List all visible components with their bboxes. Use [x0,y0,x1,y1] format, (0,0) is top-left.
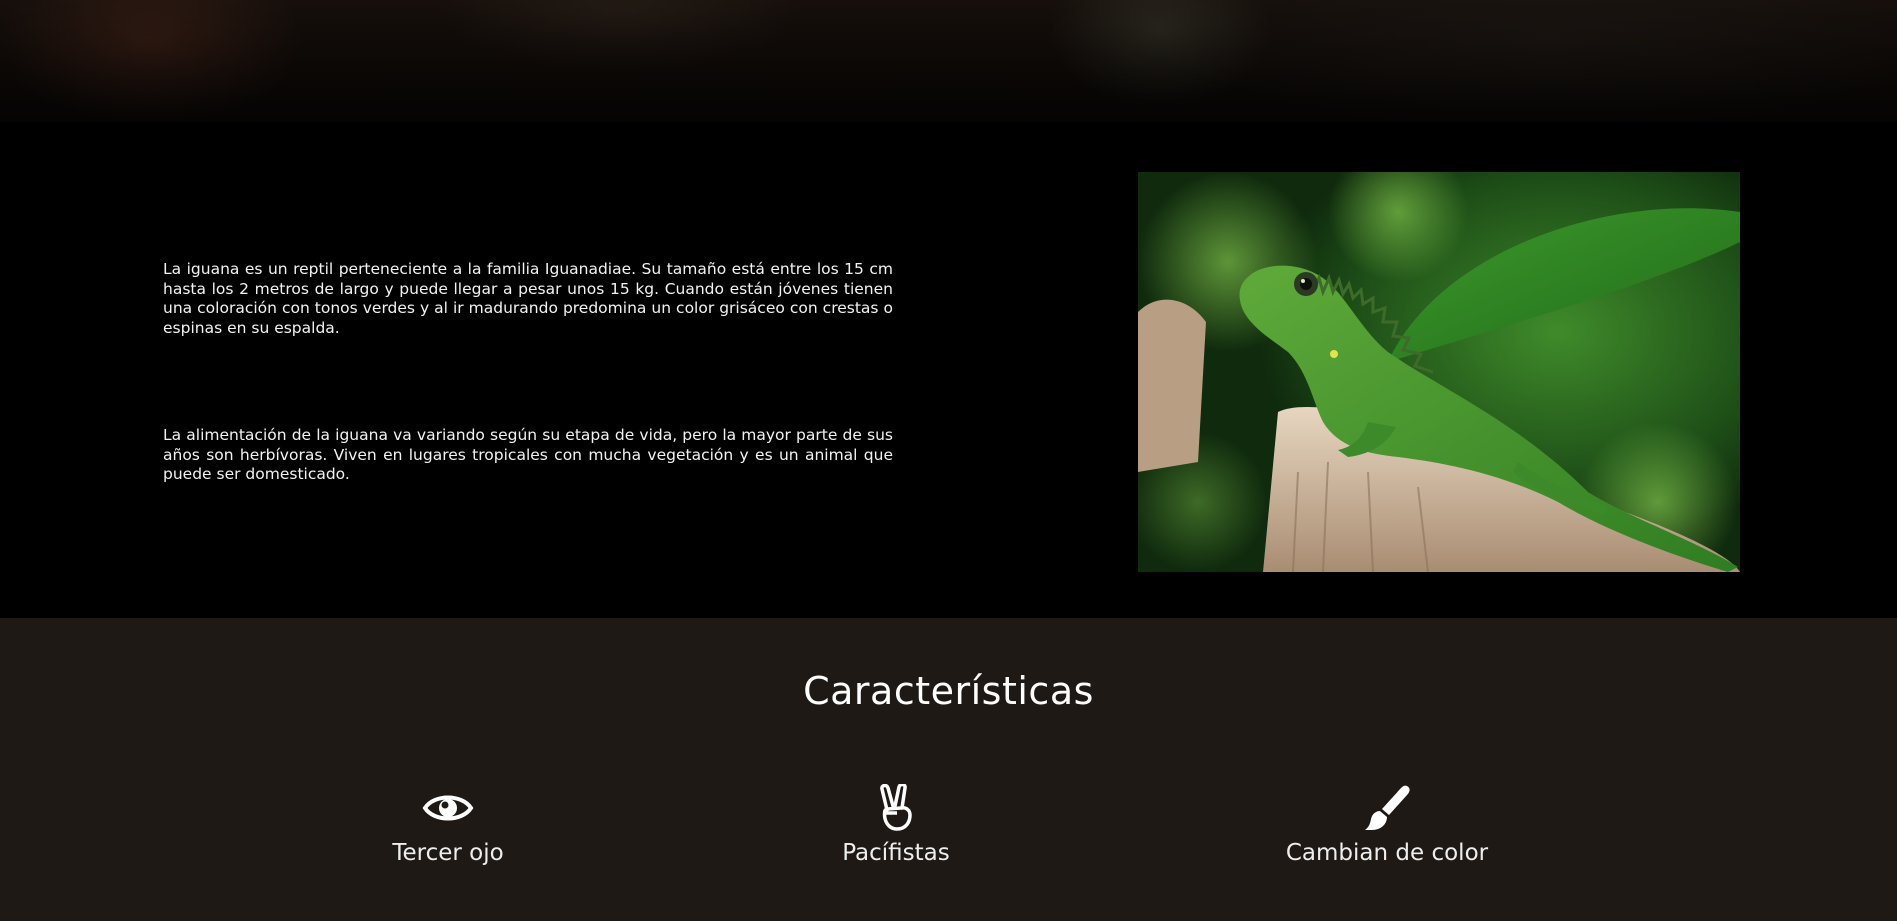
hero-banner-image [0,0,1897,122]
peace-hand-icon [880,784,912,831]
eye-icon [422,795,474,821]
paint-brush-icon [1365,785,1410,830]
feature-label: Tercer ojo [392,840,504,866]
features-section: Características Tercer ojo Pacífistas Ca [0,618,1897,921]
feature-peaceful: Pacífistas [716,784,1076,868]
intro-paragraph: La iguana es un reptil perteneciente a l… [163,260,893,337]
feature-third-eye: Tercer ojo [268,784,628,868]
feature-label: Pacífistas [842,840,950,866]
features-title: Características [803,669,1094,713]
diet-paragraph: La alimentación de la iguana va variando… [163,426,893,483]
feature-color-change: Cambian de color [1207,784,1567,868]
page: La iguana es un reptil perteneciente a l… [0,0,1897,921]
iguana-photo [1138,172,1740,572]
intro-section: La iguana es un reptil perteneciente a l… [0,122,1897,618]
feature-label: Cambian de color [1285,840,1489,866]
